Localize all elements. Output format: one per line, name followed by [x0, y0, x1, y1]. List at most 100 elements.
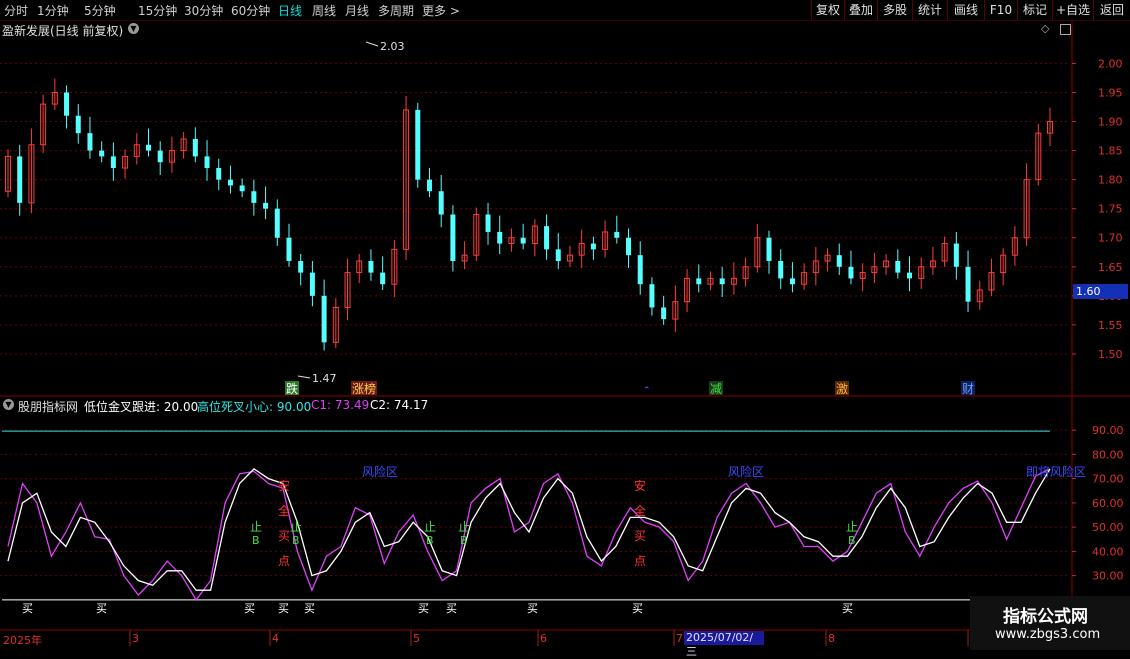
date-label-6: 6 — [540, 632, 547, 645]
high-price-label: 2.03 — [380, 40, 405, 53]
safe-buy-char: 安 — [634, 478, 646, 493]
candle-down — [766, 237, 772, 261]
candle-down — [251, 191, 257, 203]
candle-down — [555, 249, 561, 261]
price-tick-label: 1.85 — [1098, 145, 1123, 158]
candle-down — [216, 168, 222, 180]
indicator-tick-label: 80.00 — [1092, 448, 1124, 461]
date-label-4: 4 — [272, 632, 279, 645]
risk-zone-label: 风险区 — [728, 464, 764, 479]
candle-down — [380, 272, 386, 285]
low-price-pointer — [297, 375, 311, 379]
stop-marker-top: 止 — [250, 520, 262, 534]
stop-marker-bottom: B — [848, 534, 856, 547]
indicator-tick-label: 30.00 — [1092, 570, 1124, 583]
safe-buy-char: 买 — [634, 529, 646, 543]
candle-down — [75, 115, 81, 134]
indicator-header: 股朋指标网 低位金叉跟进: 20.00 高位死叉小心: 90.00 C1: 73… — [0, 397, 1070, 415]
candle-down — [426, 179, 432, 192]
safe-buy-char: 点 — [278, 554, 290, 568]
buy-marker: 买 — [527, 602, 538, 615]
buy-marker: 买 — [278, 602, 289, 615]
event-tag: 财 — [962, 382, 974, 396]
candle-down — [204, 156, 210, 169]
candle-down — [192, 138, 198, 157]
candle-down — [953, 243, 959, 267]
stop-marker-bottom: B — [460, 534, 468, 547]
candle-down — [438, 191, 444, 215]
buy-marker: 买 — [244, 602, 255, 615]
safe-buy-char: 全 — [634, 503, 646, 518]
date-label-8: 8 — [828, 632, 835, 645]
price-tick-label: 1.55 — [1098, 319, 1123, 332]
c1-line — [7, 468, 1051, 602]
candle-down — [17, 156, 23, 203]
price-tick-label: 1.50 — [1098, 348, 1123, 361]
stop-marker-bottom: B — [252, 534, 260, 547]
candle-down — [544, 226, 550, 250]
stop-marker-bottom: B — [292, 534, 300, 547]
date-cursor-highlight: 2025/07/02/三 — [684, 631, 764, 658]
indicator-tick-label: 40.00 — [1092, 545, 1124, 558]
candle-down — [520, 237, 526, 244]
indicator-name[interactable]: 股朋指标网 — [18, 398, 78, 415]
watermark-title: 指标公式网 — [1003, 607, 1088, 627]
candle-down — [321, 295, 327, 343]
candle-down — [485, 214, 491, 232]
stop-marker-top: 止 — [424, 520, 436, 534]
candle-down — [590, 243, 596, 250]
buy-marker: 买 — [304, 602, 315, 615]
candle-down — [110, 156, 116, 169]
chart-canvas[interactable]: 2.00 1.95 1.90 1.85 1.80 1.75 1.70 1.65 1.60 1.55… — [0, 0, 1130, 650]
price-tick-label: 1.95 — [1098, 86, 1123, 99]
candle-down — [965, 266, 971, 302]
candle-down — [895, 260, 901, 273]
high-price-pointer — [365, 41, 379, 47]
safe-buy-char: 安 — [278, 478, 290, 493]
event-arrow-icon: ⌃ — [643, 386, 651, 396]
candle-down — [450, 214, 456, 261]
candle-down — [696, 278, 702, 285]
safe-buy-char: 点 — [634, 554, 646, 568]
candle-down — [274, 208, 280, 238]
c1-value-label: C1: 73.49 — [311, 398, 370, 412]
stop-marker-top: 止 — [846, 520, 858, 534]
c2-value-label: C2: 74.17 — [370, 398, 429, 412]
price-tick-label: 1.70 — [1098, 232, 1123, 245]
candle-down — [227, 179, 233, 186]
event-tag: 激 — [836, 382, 848, 396]
buy-marker: 买 — [22, 602, 33, 615]
candle-down — [848, 266, 854, 279]
buy-marker: 买 — [446, 602, 457, 615]
candle-down — [778, 260, 784, 279]
candle-down — [907, 272, 913, 279]
candle-down — [661, 307, 667, 320]
candle-down — [99, 150, 105, 157]
low-price-label: 1.47 — [312, 372, 337, 385]
price-tick-label: 1.65 — [1098, 261, 1123, 274]
watermark-url: www.zbgs3.com — [995, 627, 1101, 642]
event-tag: 减 — [710, 382, 722, 396]
low-threshold-label: 低位金叉跟进: 20.00 — [84, 400, 199, 414]
stop-marker-top: 止 — [458, 520, 470, 534]
date-label-year: 2025年 — [3, 634, 42, 647]
stop-marker-bottom: B — [426, 534, 434, 547]
candle-down — [368, 260, 374, 273]
candle-down — [415, 109, 421, 180]
candle-down — [145, 144, 151, 151]
candle-down — [239, 185, 245, 192]
candle-down — [298, 260, 304, 273]
candle-down — [789, 278, 795, 285]
indicator-tick-label: 50.00 — [1092, 521, 1124, 534]
candle-down — [637, 255, 643, 285]
event-tag: 跌 — [286, 381, 298, 396]
price-tick-label: 1.90 — [1098, 116, 1123, 129]
buy-marker: 买 — [632, 602, 643, 615]
safe-buy-char: 买 — [278, 529, 290, 543]
c2-line — [7, 468, 1051, 591]
stop-marker-top: 止 — [290, 520, 302, 534]
candle-down — [497, 231, 503, 244]
indicator-tick-label: 70.00 — [1092, 473, 1124, 486]
indicator-tick-label: 90.00 — [1092, 424, 1124, 437]
price-tick-label: 2.00 — [1098, 57, 1123, 70]
